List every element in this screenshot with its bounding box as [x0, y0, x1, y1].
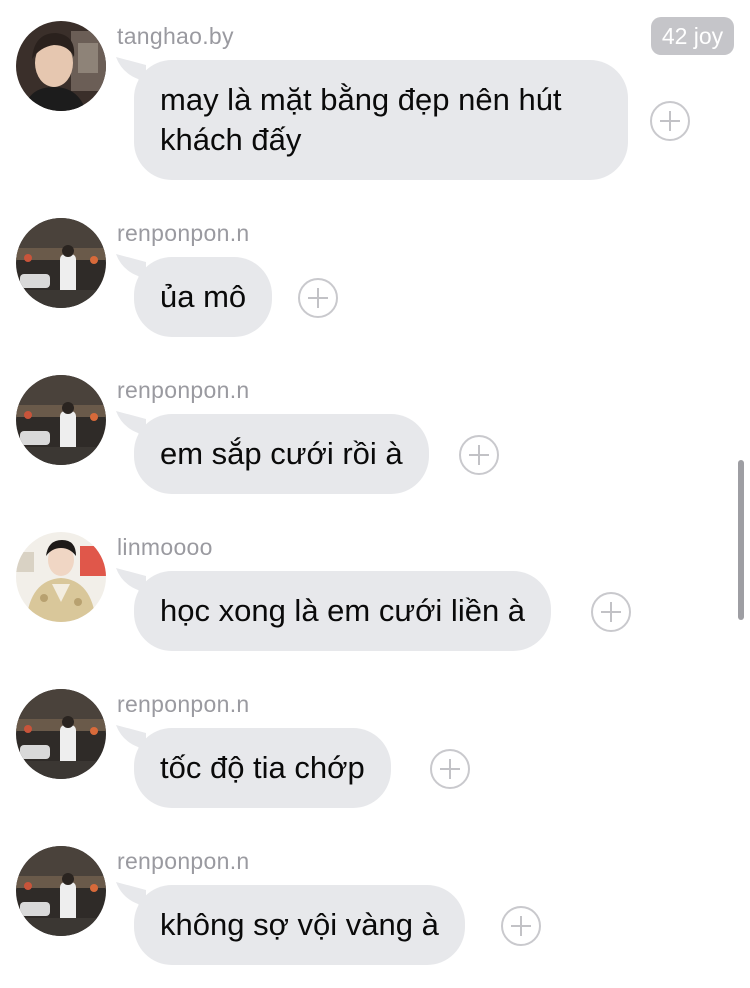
message-bubble[interactable]: không sợ vội vàng à [134, 885, 465, 965]
message-text: học xong là em cưới liền à [160, 593, 526, 628]
add-reaction-icon[interactable] [459, 435, 499, 475]
add-reaction-icon[interactable] [298, 278, 338, 318]
message-row: renponpon.n không sợ vội vàng à [0, 846, 750, 971]
add-reaction-icon[interactable] [430, 749, 470, 789]
add-reaction-icon[interactable] [501, 906, 541, 946]
message-text: ủa mô [160, 279, 247, 314]
message-bubble[interactable]: học xong là em cưới liền à [134, 571, 552, 651]
message-row: tanghao.by may là mặt bằng đẹp nên hút k… [0, 21, 750, 186]
username[interactable]: renponpon.n [117, 848, 249, 875]
add-reaction-icon[interactable] [591, 592, 631, 632]
avatar[interactable] [16, 21, 106, 111]
add-reaction-icon[interactable] [650, 101, 690, 141]
avatar[interactable] [16, 689, 106, 779]
message-bubble[interactable]: ủa mô [134, 257, 273, 337]
username[interactable]: renponpon.n [117, 220, 249, 247]
message-row: linmoooo học xong là em cưới liền à [0, 532, 750, 657]
message-text: may là mặt bằng đẹp nên hút khách đấy [160, 82, 562, 157]
message-text: không sợ vội vàng à [160, 907, 439, 942]
message-bubble[interactable]: may là mặt bằng đẹp nên hút khách đấy [134, 60, 628, 180]
username[interactable]: linmoooo [117, 534, 213, 561]
username[interactable]: renponpon.n [117, 377, 249, 404]
avatar[interactable] [16, 218, 106, 308]
avatar[interactable] [16, 375, 106, 465]
username[interactable]: tanghao.by [117, 23, 234, 50]
avatar[interactable] [16, 846, 106, 936]
message-row: renponpon.n tốc độ tia chớp [0, 689, 750, 814]
message-bubble[interactable]: tốc độ tia chớp [134, 728, 391, 808]
message-text: tốc độ tia chớp [160, 750, 365, 785]
message-row: renponpon.n ủa mô [0, 218, 750, 343]
avatar[interactable] [16, 532, 106, 622]
message-row: renponpon.n em sắp cưới rồi à [0, 375, 750, 500]
message-text: em sắp cưới rồi à [160, 436, 403, 471]
username[interactable]: renponpon.n [117, 691, 249, 718]
message-bubble[interactable]: em sắp cưới rồi à [134, 414, 429, 494]
